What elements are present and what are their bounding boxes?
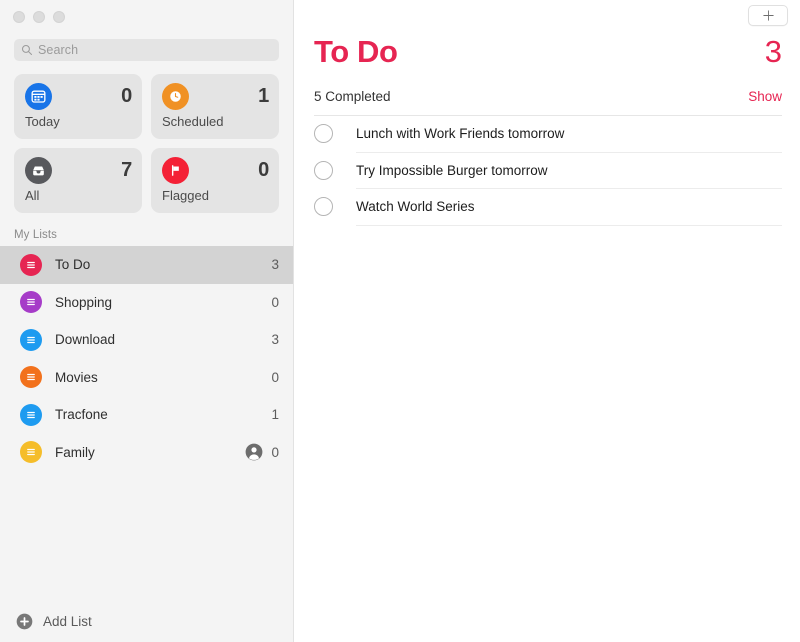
sidebar-item-count: 1 xyxy=(271,407,279,422)
search-field[interactable]: Search xyxy=(14,39,279,61)
calendar-icon xyxy=(25,83,52,110)
sidebar-item-label: Movies xyxy=(55,370,263,385)
main-content: To Do 3 5 Completed Show Lunch with Work… xyxy=(294,0,800,642)
smart-lists-grid: 0 Today 1 Scheduled xyxy=(0,61,293,213)
clock-icon xyxy=(162,83,189,110)
divider xyxy=(356,225,782,226)
sidebar-item-tracfone[interactable]: Tracfone 1 xyxy=(0,396,293,434)
add-reminder-button[interactable] xyxy=(748,5,788,26)
reminder-title[interactable]: Lunch with Work Friends tomorrow xyxy=(356,126,782,141)
smart-card-count: 7 xyxy=(121,160,132,180)
smart-card-label: All xyxy=(25,188,132,203)
reminders-window: Search xyxy=(0,0,800,642)
list-lines-icon xyxy=(20,254,42,276)
completed-row: 5 Completed Show xyxy=(314,89,782,116)
search-input[interactable]: Search xyxy=(38,44,78,57)
smart-card-scheduled[interactable]: 1 Scheduled xyxy=(151,74,279,139)
smart-card-count: 0 xyxy=(258,160,269,180)
sidebar-item-to-do[interactable]: To Do 3 xyxy=(0,246,293,284)
smart-card-top: 0 xyxy=(25,82,132,110)
sidebar-item-label: Download xyxy=(55,332,263,347)
reminder-checkbox[interactable] xyxy=(314,124,333,143)
reminder-item[interactable]: Try Impossible Burger tomorrow xyxy=(314,153,782,189)
add-list-button[interactable]: Add List xyxy=(0,600,294,642)
reminder-title[interactable]: Watch World Series xyxy=(356,199,782,214)
plus-icon xyxy=(762,9,775,22)
search-container: Search xyxy=(0,34,293,61)
reminder-checkbox[interactable] xyxy=(314,197,333,216)
list-lines-icon xyxy=(20,291,42,313)
flag-icon xyxy=(162,157,189,184)
sidebar-item-count: 0 xyxy=(271,295,279,310)
reminder-title[interactable]: Try Impossible Burger tomorrow xyxy=(356,163,782,178)
smart-card-flagged[interactable]: 0 Flagged xyxy=(151,148,279,213)
reminder-item[interactable]: Lunch with Work Friends tomorrow xyxy=(314,116,782,152)
close-button[interactable] xyxy=(13,11,25,23)
list-header: To Do 3 xyxy=(314,0,782,67)
smart-card-today[interactable]: 0 Today xyxy=(14,74,142,139)
smart-card-label: Scheduled xyxy=(162,114,269,129)
list-lines-icon xyxy=(20,441,42,463)
smart-card-top: 1 xyxy=(162,82,269,110)
sidebar-item-label: Shopping xyxy=(55,295,263,310)
sidebar: Search xyxy=(0,0,294,642)
search-icon xyxy=(21,44,33,56)
add-circle-icon xyxy=(16,613,33,630)
traffic-lights xyxy=(0,0,293,34)
sidebar-item-shopping[interactable]: Shopping 0 xyxy=(0,284,293,322)
page-title: To Do xyxy=(314,36,398,67)
smart-card-top: 0 xyxy=(162,156,269,184)
sidebar-item-count: 0 xyxy=(271,370,279,385)
smart-card-top: 7 xyxy=(25,156,132,184)
show-completed-button[interactable]: Show xyxy=(748,89,782,104)
sidebar-item-label: Family xyxy=(55,445,245,460)
page-title-count: 3 xyxy=(765,36,782,67)
sidebar-item-family[interactable]: Family 0 xyxy=(0,434,293,472)
my-lists-header: My Lists xyxy=(0,213,293,246)
my-lists: To Do 3 Shopping 0 xyxy=(0,246,293,471)
sidebar-item-count: 0 xyxy=(271,445,279,460)
smart-card-all[interactable]: 7 All xyxy=(14,148,142,213)
smart-card-count: 1 xyxy=(258,86,269,106)
smart-card-label: Today xyxy=(25,114,132,129)
sidebar-item-label: Tracfone xyxy=(55,407,263,422)
list-lines-icon xyxy=(20,329,42,351)
smart-card-label: Flagged xyxy=(162,188,269,203)
main-inner: To Do 3 5 Completed Show Lunch with Work… xyxy=(294,0,800,226)
reminder-checkbox[interactable] xyxy=(314,161,333,180)
shared-person-icon[interactable] xyxy=(245,443,263,461)
list-lines-icon xyxy=(20,366,42,388)
sidebar-item-label: To Do xyxy=(55,257,263,272)
zoom-button[interactable] xyxy=(53,11,65,23)
inbox-icon xyxy=(25,157,52,184)
reminder-item[interactable]: Watch World Series xyxy=(314,189,782,225)
smart-card-count: 0 xyxy=(121,86,132,106)
sidebar-item-count: 3 xyxy=(271,257,279,272)
completed-count-label: 5 Completed xyxy=(314,89,391,104)
sidebar-item-count: 3 xyxy=(271,332,279,347)
list-lines-icon xyxy=(20,404,42,426)
minimize-button[interactable] xyxy=(33,11,45,23)
reminders-list: Lunch with Work Friends tomorrow Try Imp… xyxy=(314,116,782,226)
sidebar-item-movies[interactable]: Movies 0 xyxy=(0,359,293,397)
sidebar-item-download[interactable]: Download 3 xyxy=(0,321,293,359)
add-list-label: Add List xyxy=(43,614,92,629)
